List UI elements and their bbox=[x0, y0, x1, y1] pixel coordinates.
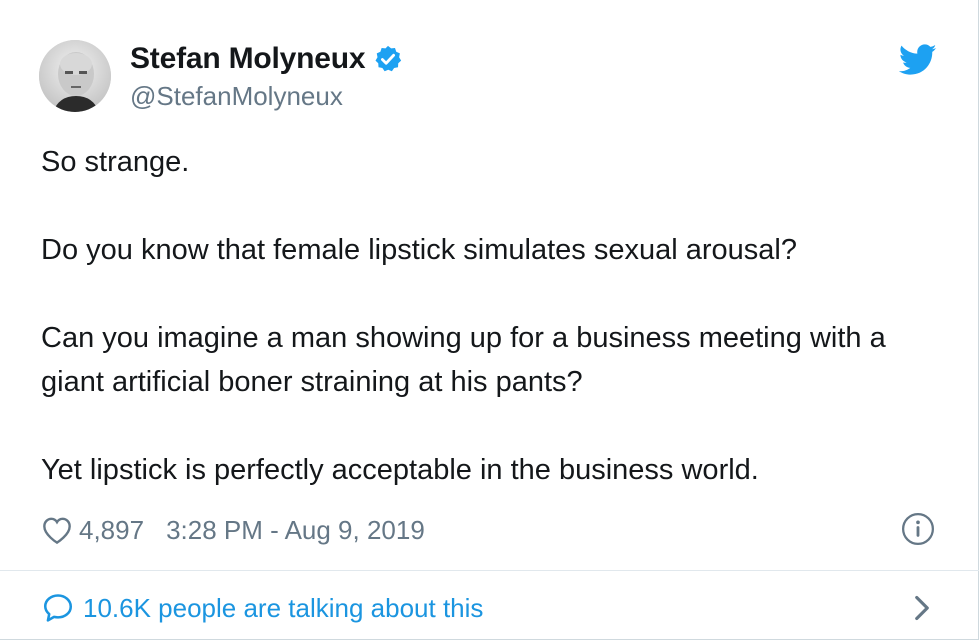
conversation-link[interactable]: 10.6K people are talking about this bbox=[41, 586, 483, 630]
speech-bubble-icon bbox=[43, 594, 73, 622]
tweet-card: Stefan Molyneux @StefanMolyneux So stran… bbox=[0, 0, 979, 640]
avatar[interactable] bbox=[39, 40, 111, 112]
tweet-timestamp[interactable]: 3:28 PM - Aug 9, 2019 bbox=[166, 515, 425, 546]
heart-outline-icon[interactable] bbox=[41, 515, 73, 545]
conversation-text[interactable]: 10.6K people are talking about this bbox=[83, 593, 483, 624]
footer-divider bbox=[0, 570, 979, 571]
tweet-paragraph: So strange. bbox=[41, 146, 190, 178]
like-count[interactable]: 4,897 bbox=[79, 515, 144, 546]
info-circle-icon[interactable] bbox=[901, 512, 935, 546]
verified-badge-icon bbox=[375, 45, 402, 72]
author-name-row: Stefan Molyneux bbox=[130, 41, 403, 77]
tweet-paragraph: Yet lipstick is perfectly acceptable in … bbox=[41, 454, 759, 486]
tweet-paragraph: Can you imagine a man showing up for a b… bbox=[41, 322, 886, 398]
avatar-photo bbox=[39, 40, 111, 112]
tweet-meta-row: 4,897 3:28 PM - Aug 9, 2019 bbox=[41, 510, 425, 550]
author-display-name[interactable]: Stefan Molyneux bbox=[130, 41, 366, 77]
twitter-bird-icon[interactable] bbox=[899, 44, 937, 76]
author-handle[interactable]: @StefanMolyneux bbox=[130, 80, 343, 112]
tweet-paragraph: Do you know that female lipstick simulat… bbox=[41, 234, 797, 266]
tweet-header: Stefan Molyneux @StefanMolyneux bbox=[0, 0, 979, 130]
chevron-right-icon[interactable] bbox=[910, 594, 934, 622]
